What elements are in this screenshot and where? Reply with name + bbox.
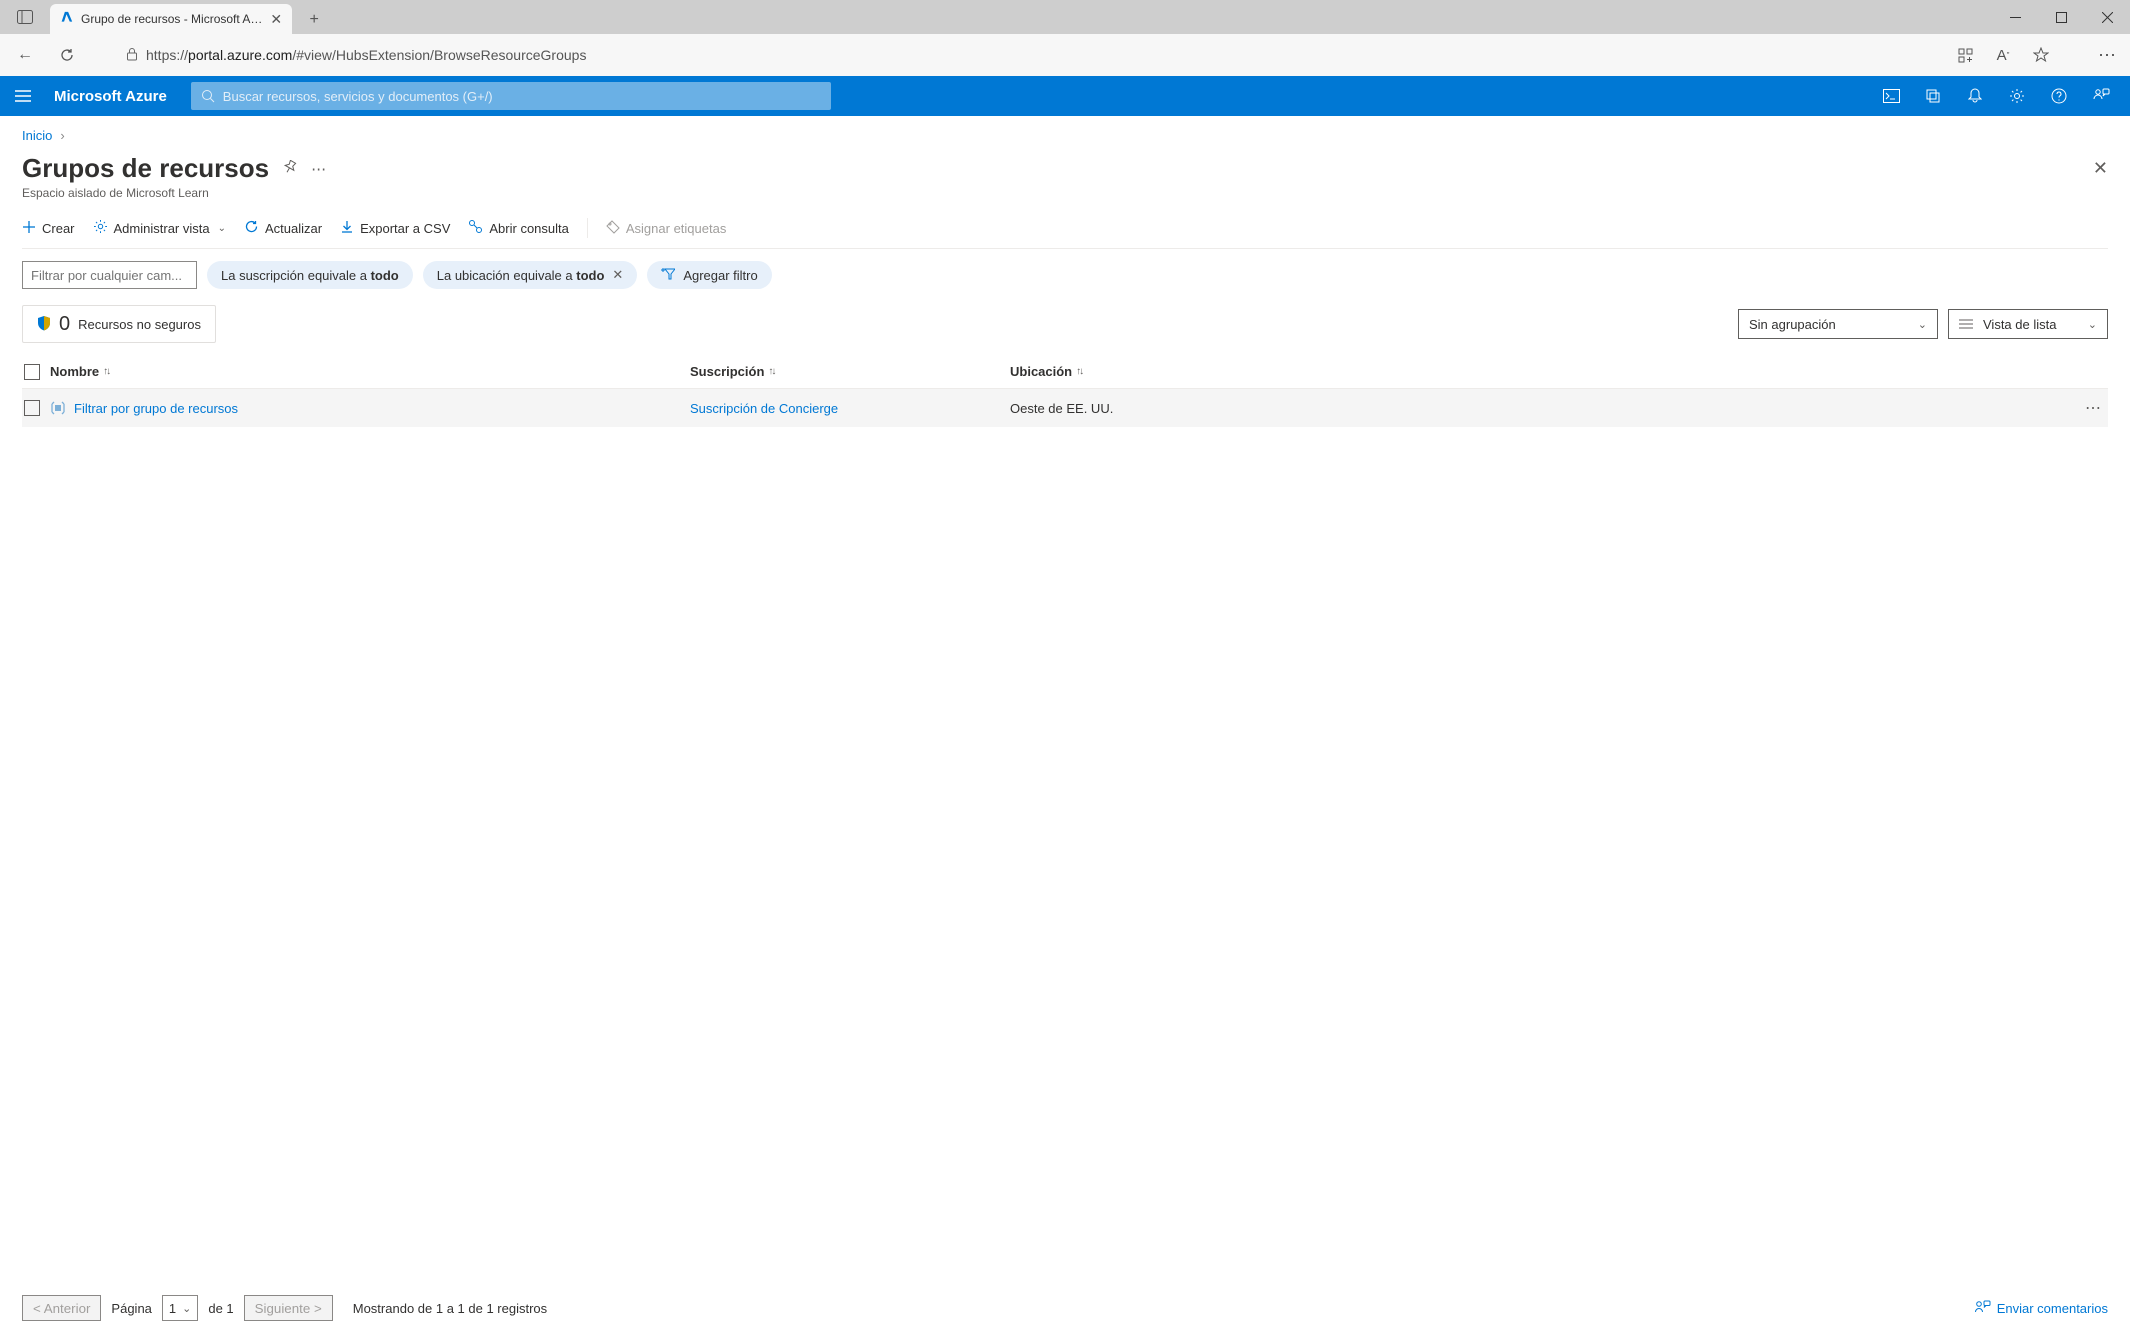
read-aloud-icon[interactable]: A"	[1988, 40, 2018, 70]
filter-pill-subscription[interactable]: La suscripción equivale a todo	[207, 261, 413, 289]
row-checkbox[interactable]	[24, 400, 40, 416]
resource-group-link[interactable]: Filtrar por grupo de recursos	[74, 401, 238, 416]
breadcrumb-home[interactable]: Inicio	[22, 128, 52, 143]
browser-refresh-button[interactable]	[50, 38, 84, 72]
person-feedback-icon	[1975, 1300, 1991, 1317]
insecure-resources-box[interactable]: 0 Recursos no seguros	[22, 305, 216, 343]
chevron-down-icon: ⌄	[1918, 318, 1927, 331]
insecure-count: 0	[59, 313, 70, 336]
query-icon	[468, 219, 483, 237]
add-filter-button[interactable]: Agregar filtro	[647, 261, 771, 289]
create-button[interactable]: Crear	[22, 220, 75, 237]
tab-close-icon[interactable]: ✕	[270, 11, 282, 28]
showing-text: Mostrando de 1 a 1 de 1 registros	[353, 1301, 547, 1316]
add-filter-icon	[661, 268, 675, 283]
plus-icon	[22, 220, 36, 237]
insecure-label: Recursos no seguros	[78, 317, 201, 332]
favorites-icon[interactable]	[2026, 40, 2056, 70]
tab-title: Grupo de recursos - Microsoft A…	[81, 12, 262, 26]
resource-group-icon	[50, 400, 66, 416]
select-all-checkbox[interactable]	[24, 364, 40, 380]
grouping-dropdown[interactable]: Sin agrupación ⌄	[1738, 309, 1938, 339]
next-page-button: Siguiente >	[244, 1295, 333, 1321]
view-mode-dropdown[interactable]: Vista de lista ⌄	[1948, 309, 2108, 339]
pin-icon[interactable]	[283, 160, 297, 178]
sort-icon: ↑↓	[1076, 366, 1082, 377]
column-header-name[interactable]: Nombre ↑↓	[50, 364, 690, 379]
tag-icon	[606, 220, 620, 237]
feedback-icon[interactable]	[2080, 76, 2122, 116]
page-of: de 1	[208, 1301, 233, 1316]
chevron-down-icon: ⌄	[2088, 318, 2097, 331]
toolbar-separator	[587, 218, 588, 238]
subscription-link[interactable]: Suscripción de Concierge	[690, 401, 1010, 416]
filter-input[interactable]	[22, 261, 197, 289]
location-cell: Oeste de EE. UU.	[1010, 401, 2078, 416]
lock-icon	[126, 47, 138, 64]
directories-icon[interactable]	[1912, 76, 1954, 116]
sort-icon: ↑↓	[768, 366, 774, 377]
page-select[interactable]: 1 ⌄	[162, 1295, 198, 1321]
open-query-button[interactable]: Abrir consulta	[468, 219, 568, 237]
url-text: https://portal.azure.com/#view/HubsExten…	[146, 47, 1932, 63]
close-blade-button[interactable]: ✕	[2093, 158, 2108, 179]
gear-icon	[93, 219, 108, 237]
prev-page-button: < Anterior	[22, 1295, 101, 1321]
chevron-right-icon: ›	[60, 128, 64, 143]
sort-icon: ↑↓	[103, 366, 109, 377]
download-icon	[340, 220, 354, 237]
notifications-icon[interactable]	[1954, 76, 1996, 116]
azure-favicon-icon	[60, 11, 73, 27]
column-header-subscription[interactable]: Suscripción ↑↓	[690, 364, 1010, 379]
azure-brand[interactable]: Microsoft Azure	[54, 88, 167, 105]
remove-filter-icon[interactable]: ✕	[612, 267, 623, 283]
filter-pill-location[interactable]: La ubicación equivale a todo ✕	[423, 261, 638, 289]
tab-actions-icon[interactable]	[0, 10, 50, 24]
cloud-shell-icon[interactable]	[1870, 76, 1912, 116]
hamburger-menu-button[interactable]	[8, 90, 38, 102]
settings-icon[interactable]	[1996, 76, 2038, 116]
page-subtitle: Espacio aislado de Microsoft Learn	[22, 186, 2108, 200]
more-icon[interactable]: ⋯	[311, 160, 326, 178]
refresh-button[interactable]: Actualizar	[244, 219, 322, 237]
row-more-icon[interactable]: ⋯	[2078, 398, 2108, 418]
send-feedback-button[interactable]: Enviar comentarios	[1975, 1300, 2108, 1317]
browser-tab[interactable]: Grupo de recursos - Microsoft A… ✕	[50, 4, 292, 34]
window-minimize-button[interactable]	[1992, 0, 2038, 34]
chevron-down-icon: ⌄	[218, 223, 226, 234]
shield-icon	[37, 315, 51, 334]
browser-back-button[interactable]: ←	[8, 38, 42, 72]
new-tab-button[interactable]: +	[300, 6, 328, 34]
window-maximize-button[interactable]	[2038, 0, 2084, 34]
column-header-location[interactable]: Ubicación↑↓	[1010, 364, 2108, 379]
list-icon	[1959, 317, 1973, 332]
refresh-icon	[244, 219, 259, 237]
page-label: Página	[111, 1301, 151, 1316]
address-bar[interactable]: https://portal.azure.com/#view/HubsExten…	[116, 40, 1942, 70]
browser-menu-button[interactable]: ⋯	[2092, 40, 2122, 70]
global-search-input[interactable]: Buscar recursos, servicios y documentos …	[191, 82, 831, 110]
export-csv-button[interactable]: Exportar a CSV	[340, 220, 450, 237]
page-title: Grupos de recursos	[22, 153, 269, 184]
manage-view-button[interactable]: Administrar vista ⌄	[93, 219, 226, 237]
apps-icon[interactable]	[1950, 40, 1980, 70]
help-icon[interactable]	[2038, 76, 2080, 116]
assign-tags-button: Asignar etiquetas	[606, 220, 726, 237]
chevron-down-icon: ⌄	[182, 1302, 191, 1315]
window-close-button[interactable]	[2084, 0, 2130, 34]
search-placeholder: Buscar recursos, servicios y documentos …	[223, 89, 493, 104]
table-row[interactable]: Filtrar por grupo de recursos Suscripció…	[22, 389, 2108, 427]
